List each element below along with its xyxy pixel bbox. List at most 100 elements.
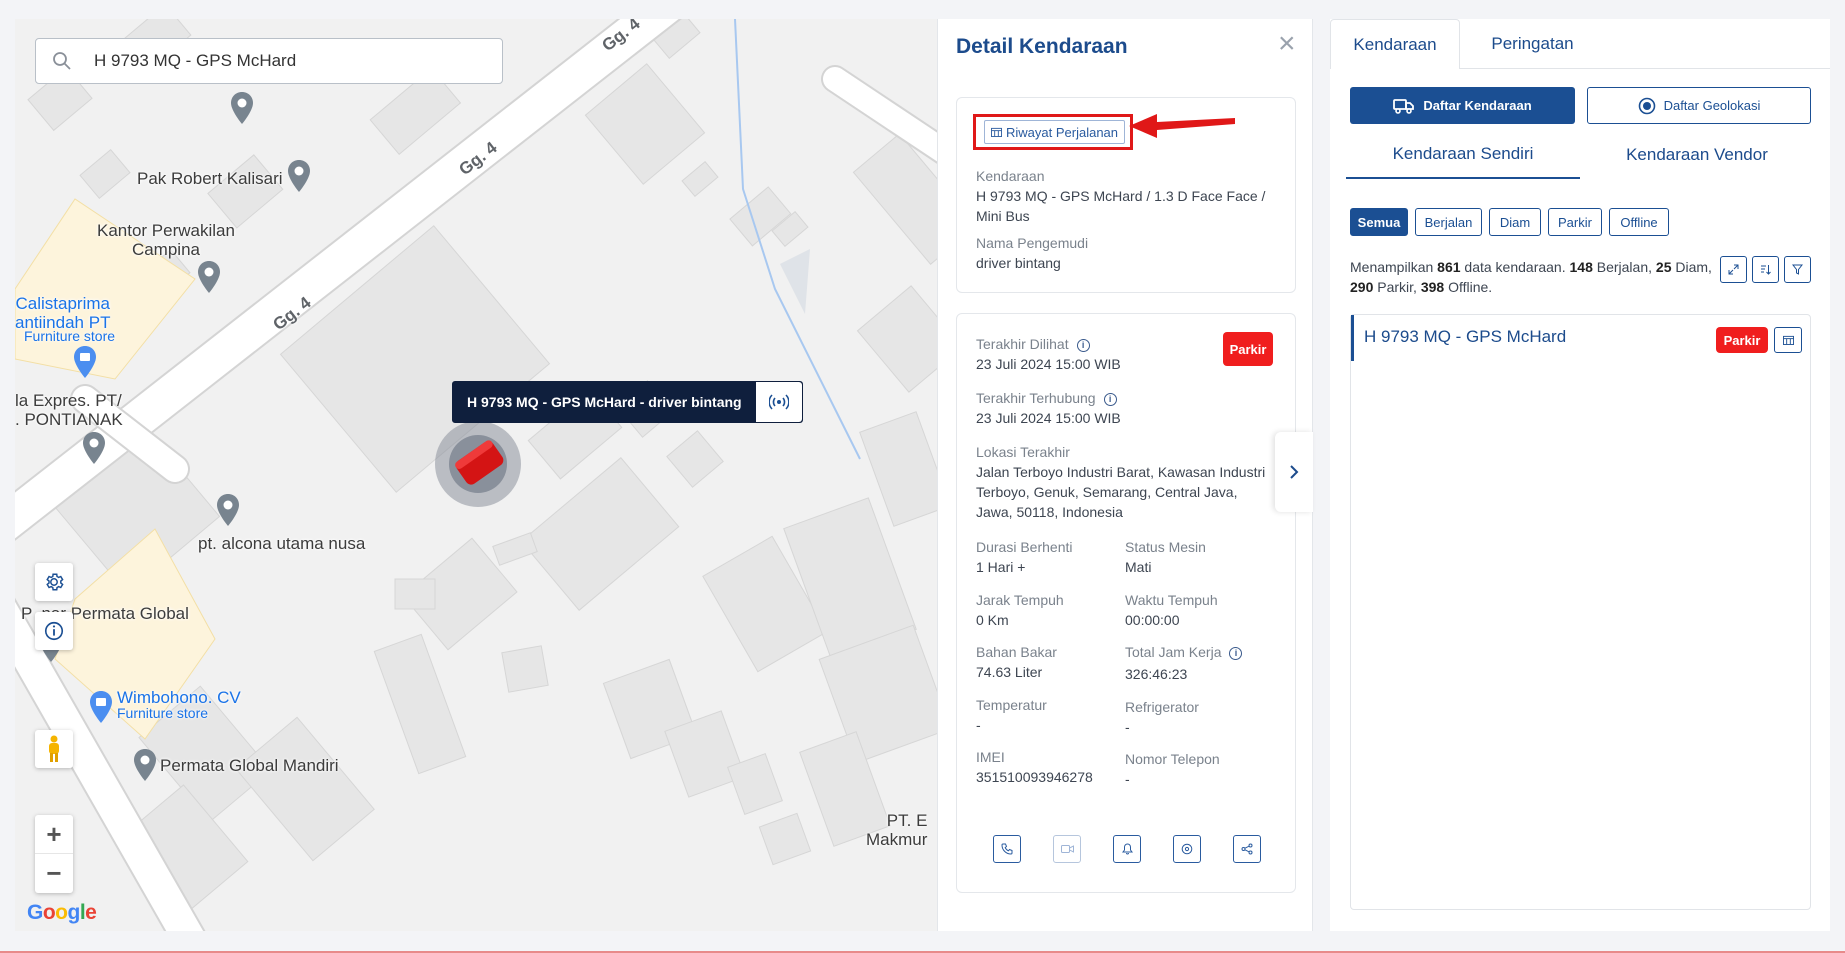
share-icon — [1241, 843, 1253, 855]
map-settings-button[interactable] — [35, 563, 73, 601]
vehicle-list: H 9793 MQ - GPS McHard Parkir — [1350, 314, 1811, 910]
subtab-vendor-vehicles[interactable]: Kendaraan Vendor — [1580, 131, 1814, 179]
tab-divider — [1460, 68, 1830, 69]
filter-chip-idle[interactable]: Diam — [1489, 208, 1541, 236]
bell-icon — [1121, 843, 1133, 855]
zoom-in-button[interactable]: + — [35, 815, 73, 854]
engine-icon — [1181, 843, 1193, 855]
close-icon[interactable]: × — [1278, 27, 1296, 61]
last-connected-label: Terakhir Terhubung i — [976, 390, 1117, 406]
work-hours-value: 326:46:23 — [1125, 666, 1188, 682]
trip-history-list-button[interactable] — [1774, 327, 1802, 353]
zoom-control: + − — [35, 815, 73, 893]
phone-label: Nomor Telepon — [1125, 751, 1220, 767]
place-label: Pak Robert Kalisari — [137, 169, 283, 188]
place-label: pt. alcona utama nusa — [198, 534, 366, 553]
subtab-own-vehicles[interactable]: Kendaraan Sendiri — [1346, 131, 1580, 179]
location-label: Lokasi Terakhir — [976, 444, 1070, 460]
filter-icon — [1792, 264, 1803, 275]
engine-status-label: Status Mesin — [1125, 539, 1206, 555]
vehicle-list-panel: Kendaraan Peringatan Daftar Kendaraan Da… — [1330, 19, 1830, 931]
filter-chip-all[interactable]: Semua — [1350, 208, 1408, 236]
info-icon[interactable]: i — [1076, 339, 1090, 352]
pointer-arrow-icon — [1129, 114, 1235, 138]
tab-peringatan[interactable]: Peringatan — [1460, 19, 1605, 69]
engine-control-button[interactable] — [1173, 835, 1201, 863]
distance-value: 0 Km — [976, 612, 1009, 628]
expand-all-button[interactable] — [1720, 256, 1747, 283]
tab-kendaraan[interactable]: Kendaraan — [1330, 19, 1460, 69]
chevron-right-icon — [1290, 465, 1299, 479]
map-pin-icon[interactable] — [215, 493, 241, 527]
truck-icon — [1393, 98, 1415, 114]
signal-icon[interactable] — [755, 382, 802, 422]
vehicle-name: H 9793 MQ - GPS McHard — [1364, 327, 1567, 346]
expand-panel-button[interactable] — [1275, 432, 1313, 512]
shop-pin-icon[interactable] — [72, 345, 98, 379]
search-input[interactable] — [94, 51, 474, 71]
filter-chip-offline[interactable]: Offline — [1609, 208, 1669, 236]
temperature-label: Temperatur — [976, 697, 1047, 713]
expand-icon — [1728, 264, 1739, 275]
map-pin-icon[interactable] — [132, 748, 158, 782]
calendar-icon — [991, 127, 1002, 137]
highlight-box: Riwayat Perjalanan — [973, 114, 1133, 150]
share-button[interactable] — [1233, 835, 1261, 863]
engine-status-value: Mati — [1125, 559, 1152, 575]
last-seen-label: Terakhir Dilihat i — [976, 336, 1090, 352]
video-icon — [1060, 845, 1074, 853]
place-label: la Expres. PT/ . PONTIANAK — [15, 391, 123, 429]
vehicle-info-card: Riwayat Perjalanan Kendaraan H 9793 MQ -… — [956, 97, 1296, 293]
map-pin-icon[interactable] — [229, 91, 255, 125]
fuel-value: 74.63 Liter — [976, 664, 1043, 680]
zoom-out-button[interactable]: − — [35, 854, 73, 893]
info-icon[interactable]: i — [1229, 647, 1243, 660]
filter-button[interactable] — [1784, 256, 1811, 283]
list-item[interactable]: H 9793 MQ - GPS McHard Parkir — [1351, 315, 1810, 361]
gear-icon — [46, 573, 64, 591]
phone-icon — [1001, 843, 1013, 855]
place-label: Kantor Perwakilan Campina — [97, 221, 235, 259]
place-label: Calistaprima antiindah PT — [15, 294, 111, 332]
info-icon[interactable]: i — [1103, 393, 1117, 406]
vehicle-marker-icon[interactable] — [434, 420, 522, 508]
refrigerator-value: - — [1125, 719, 1130, 735]
detail-title: Detail Kendaraan — [956, 35, 1128, 58]
alert-button[interactable] — [1113, 835, 1141, 863]
place-label: PT. E Makmur — [866, 811, 928, 849]
map-pin-icon[interactable] — [196, 260, 222, 294]
vehicle-list-button[interactable]: Daftar Kendaraan — [1350, 87, 1575, 124]
work-hours-label: Total Jam Kerja i — [1125, 644, 1243, 660]
phone-value: - — [1125, 771, 1130, 787]
video-button[interactable] — [1053, 835, 1081, 863]
place-category-label: Furniture store — [117, 705, 209, 721]
call-button[interactable] — [993, 835, 1021, 863]
vehicle-label: Kendaraan — [976, 168, 1045, 184]
temperature-value: - — [976, 717, 981, 733]
filter-chip-moving[interactable]: Berjalan — [1415, 208, 1482, 236]
shop-pin-icon[interactable] — [88, 690, 114, 724]
driver-value: driver bintang — [976, 255, 1061, 271]
map-view[interactable]: Gg. 4 Gg. 4 Gg. 4 Pak Robert Kalisari Ka… — [15, 19, 937, 931]
search-icon — [53, 52, 71, 70]
last-connected-value: 23 Juli 2024 15:00 WIB — [976, 410, 1121, 426]
travel-time-label: Waktu Tempuh — [1125, 592, 1218, 608]
travel-time-value: 00:00:00 — [1125, 612, 1180, 628]
stop-duration-label: Durasi Berhenti — [976, 539, 1073, 555]
map-pin-icon[interactable] — [81, 431, 107, 465]
geolocation-list-button[interactable]: Daftar Geolokasi — [1587, 87, 1811, 124]
street-view-button[interactable] — [35, 730, 73, 768]
filter-chip-parked[interactable]: Parkir — [1548, 208, 1602, 236]
imei-label: IMEI — [976, 749, 1005, 765]
sort-button[interactable] — [1752, 256, 1779, 283]
place-category-label: Furniture store — [24, 328, 116, 344]
map-info-button[interactable] — [35, 612, 73, 650]
vehicle-status-card: Terakhir Dilihat i 23 Juli 2024 15:00 WIB… — [956, 313, 1296, 893]
vehicle-map-tooltip[interactable]: H 9793 MQ - GPS McHard - driver bintang — [452, 381, 803, 423]
status-badge: Parkir — [1223, 332, 1273, 366]
search-bar[interactable] — [35, 38, 503, 84]
stop-duration-value: 1 Hari + — [976, 559, 1026, 575]
imei-value: 351510093946278 — [976, 769, 1093, 785]
map-pin-icon[interactable] — [286, 159, 312, 193]
trip-history-button[interactable]: Riwayat Perjalanan — [984, 120, 1126, 144]
